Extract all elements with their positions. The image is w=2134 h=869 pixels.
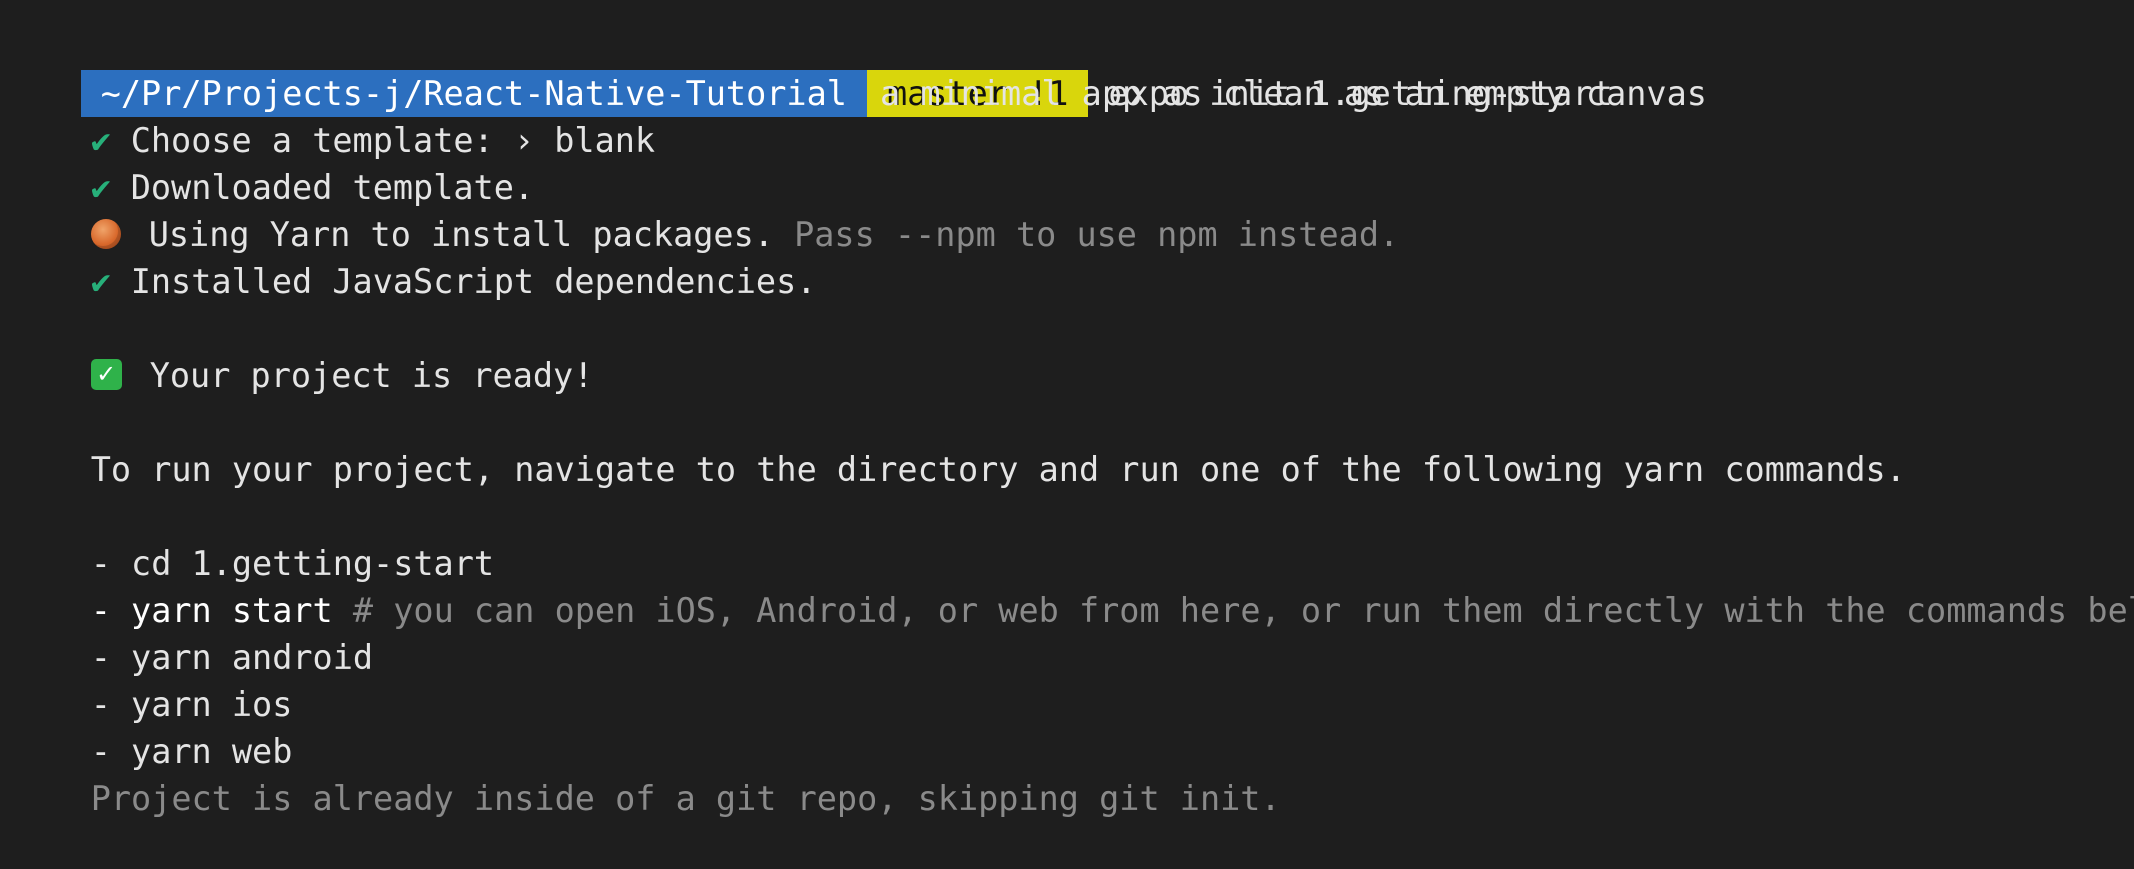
done-check-icon: ✓ — [90, 359, 122, 390]
terminal-window[interactable]: ~/Pr/Projects-j/React-Native-Tutorial mas… — [0, 23, 2134, 819]
command-line-web: - yarn web — [10, 681, 2134, 771]
prompt-line: ~/Pr/Projects-j/React-Native-Tutorial mas… — [10, 23, 2134, 117]
output-line-template: ✔ Choose a template: › blank a minimal app… — [10, 70, 2134, 160]
git-notice-text: Project is already inside of a git repo,… — [90, 779, 1281, 818]
ready-text: Your project is ready! — [149, 356, 594, 395]
installed-text: Installed JavaScript dependencies. — [130, 262, 817, 301]
check-icon: ✔ — [90, 262, 111, 301]
output-line-instructions: To run your project, navigate to the dir… — [10, 399, 2134, 489]
output-line-downloaded: ✔ Downloaded template. — [10, 117, 2134, 207]
command-line-start: - yarn start # you can open iOS, Android… — [10, 540, 2134, 630]
command-line-cd: - cd 1.getting-start — [10, 493, 2134, 583]
command-line-ios: - yarn ios — [10, 634, 2134, 724]
command-line-android: - yarn android — [10, 587, 2134, 677]
output-line-yarn: Using Yarn to install packages. Pass --n… — [10, 164, 2134, 254]
output-line-ready: ✓ Your project is ready! — [10, 305, 2134, 395]
instructions-text: To run your project, navigate to the dir… — [90, 450, 1906, 489]
output-line-installed: ✔ Installed JavaScript dependencies. — [10, 211, 2134, 301]
template-description: a minimal app as clean as an empty canva… — [880, 74, 1707, 113]
output-line-git-notice: Project is already inside of a git repo,… — [10, 728, 2134, 818]
